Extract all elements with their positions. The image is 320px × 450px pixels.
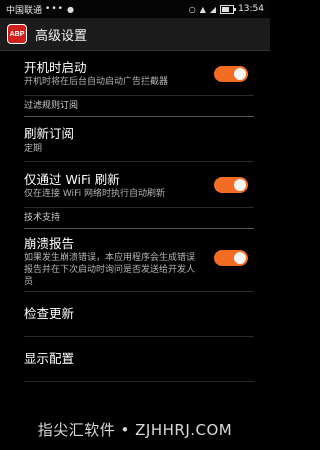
pref-autostart[interactable]: 开机时启动 开机时将在后台自动启动广告拦截器 [24,51,254,96]
category-header-filters: 过滤规则订阅 [24,96,254,117]
pref-summary: 定期 [24,144,43,154]
toggle-knob [234,179,246,191]
battery-icon [220,4,237,14]
pref-summary: 仅在连接 WiFi 网络时执行自动刷新 [24,189,165,199]
pref-title: 开机时启动 [24,60,87,75]
page-title: 高级设置 [35,28,88,44]
pref-title: 显示配置 [24,351,75,366]
crash-report-toggle[interactable] [214,250,248,266]
status-bar: 中国联通 ••• ● ○ ▲ ◢ 13:54 [0,0,270,18]
app-logo[interactable]: ABP [7,24,27,44]
signal-icon: ◢ [209,4,217,14]
pref-title: 崩溃报告 [24,236,75,251]
pref-summary: 如果发生崩溃错误，本应用程序会生成错误报告并在下次启动时询问是否发送给开发人员 [24,253,196,287]
pref-title: 检查更新 [24,306,75,321]
notification-dots: ••• [45,4,64,14]
wifi-only-toggle[interactable] [214,177,248,193]
watermark: 指尖汇软件 • ZJHHRJ.COM [0,408,270,450]
pref-wifi-only[interactable]: 仅通过 WiFi 刷新 仅在连接 WiFi 网络时执行自动刷新 [24,162,254,208]
pref-crash-report[interactable]: 崩溃报告 如果发生崩溃错误，本应用程序会生成错误报告并在下次启动时询问是否发送给… [24,229,254,292]
action-bar: ABP 高级设置 [0,18,270,51]
cat-icon: ● [66,4,74,14]
category-header-support: 技术支持 [24,208,254,229]
pref-summary: 开机时将在后台自动启动广告拦截器 [24,77,169,87]
pref-check-update[interactable]: 检查更新 [24,292,254,337]
pref-title: 刷新订阅 [24,126,75,141]
wifi-icon: ▲ [199,4,206,14]
preferences-list: 开机时启动 开机时将在后台自动启动广告拦截器 过滤规则订阅 刷新订阅 定期 仅通… [0,51,270,382]
pref-show-config[interactable]: 显示配置 [24,337,254,382]
carrier-name: 中国联通 [6,5,43,16]
pref-refresh[interactable]: 刷新订阅 定期 [24,117,254,162]
pref-title: 仅通过 WiFi 刷新 [24,172,120,187]
toggle-knob [234,252,246,264]
toggle-knob [234,68,246,80]
alarm-icon: ○ [188,4,196,14]
clock: 13:54 [238,4,264,14]
autostart-toggle[interactable] [214,66,248,82]
